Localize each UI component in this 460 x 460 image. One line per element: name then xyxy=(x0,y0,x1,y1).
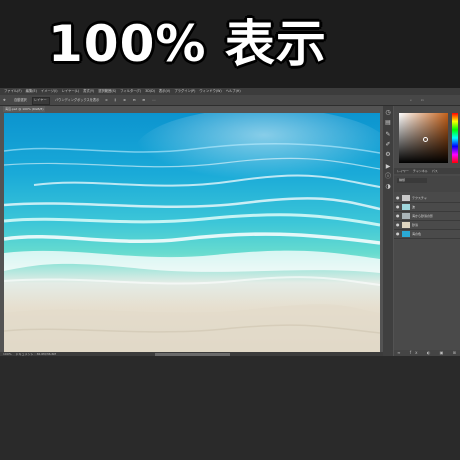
menu-item-layer[interactable]: レイヤー(L) xyxy=(62,88,80,95)
photoshop-window: ファイル(F) 編集(E) イメージ(I) レイヤー(L) 書式(Y) 選択範囲… xyxy=(0,88,460,361)
move-tool-icon[interactable]: ✥ xyxy=(3,95,6,105)
layer-thumbnail xyxy=(402,222,410,228)
search-icon[interactable]: ⌕ ▭ xyxy=(410,95,428,105)
eye-icon[interactable]: ● xyxy=(396,232,400,236)
layer-name: テクスチャ xyxy=(412,196,427,200)
layer-row[interactable]: ● テクスチャ xyxy=(394,194,460,203)
eye-icon[interactable]: ● xyxy=(396,223,400,227)
panel-icon-strip: ◷ ▤ ✎ ✐ ⚙ ▶ ⓘ ◑ xyxy=(383,106,393,356)
tab-channels[interactable]: チャンネル xyxy=(413,169,428,173)
eye-icon[interactable]: ● xyxy=(396,196,400,200)
layer-thumbnail xyxy=(402,195,410,201)
properties-icon[interactable]: ▤ xyxy=(385,120,391,126)
menu-item-window[interactable]: ウィンドウ(W) xyxy=(199,88,221,95)
brush-icon[interactable]: ✐ xyxy=(385,142,391,148)
menu-item-help[interactable]: ヘルプ(H) xyxy=(226,88,241,95)
target-value: レイヤー xyxy=(34,98,47,102)
tab-paths[interactable]: パス xyxy=(432,169,438,173)
banner-title: 100% 表示 xyxy=(48,15,327,73)
kind-filter[interactable]: 種類 xyxy=(397,178,427,183)
eye-icon[interactable]: ● xyxy=(396,214,400,218)
layers-filter-bar: 種類 xyxy=(394,176,460,192)
layers-panel-tabs: レイヤー チャンネル パス xyxy=(394,168,460,174)
menu-item-edit[interactable]: 編集(E) xyxy=(26,88,37,95)
layer-name: 海の色 xyxy=(412,232,422,236)
layer-name: 海から砂浜の影 xyxy=(412,214,434,218)
layer-thumbnail xyxy=(402,231,410,237)
auto-select-label[interactable]: 自動選択 xyxy=(14,95,27,105)
layer-row[interactable]: ● 砂浜 xyxy=(394,221,460,230)
layer-row[interactable]: ● 海から砂浜の影 xyxy=(394,212,460,221)
title-banner: 100% 表示 xyxy=(0,0,460,88)
layer-thumbnail xyxy=(402,213,410,219)
menu-item-image[interactable]: イメージ(I) xyxy=(41,88,58,95)
align-icons[interactable]: ≡ ⫼ ≣ ⊟ ⊞ ⋯ xyxy=(105,95,158,105)
menu-item-3d[interactable]: 3D(D) xyxy=(145,88,155,95)
tab-layers[interactable]: レイヤー xyxy=(397,169,409,173)
adjustments-icon[interactable]: ◑ xyxy=(385,184,391,190)
brush-settings-icon[interactable]: ✎ xyxy=(385,132,391,138)
layer-name: 砂浜 xyxy=(412,223,419,227)
eye-icon[interactable]: ● xyxy=(396,205,400,209)
info-icon[interactable]: ⓘ xyxy=(385,174,391,180)
clone-source-icon[interactable]: ⚙ xyxy=(385,152,391,158)
document-canvas[interactable] xyxy=(4,113,380,356)
right-panel: レイヤー チャンネル パス 種類 ● テクスチャ ● 波 ● 海から砂浜の影 ●… xyxy=(394,106,460,361)
menu-item-filter[interactable]: フィルター(T) xyxy=(120,88,141,95)
hue-slider[interactable] xyxy=(452,113,458,163)
actions-icon[interactable]: ▶ xyxy=(385,164,391,170)
menu-item-plugins[interactable]: プラグイン(P) xyxy=(174,88,195,95)
layer-name: 波 xyxy=(412,205,416,209)
transform-controls-checkbox[interactable]: バウンディングボックスを表示 xyxy=(55,95,99,105)
layer-row[interactable]: ● 波 xyxy=(394,203,460,212)
sea-painting xyxy=(4,113,380,356)
color-picker-field[interactable] xyxy=(399,113,448,163)
menu-bar: ファイル(F) 編集(E) イメージ(I) レイヤー(L) 書式(Y) 選択範囲… xyxy=(0,88,460,95)
menu-item-file[interactable]: ファイル(F) xyxy=(4,88,22,95)
layer-row[interactable]: ● 海の色 xyxy=(394,230,460,239)
document-tab[interactable]: 海辺.psd @ 100% (RGB/8) xyxy=(3,106,45,112)
menu-item-view[interactable]: 表示(V) xyxy=(159,88,170,95)
menu-item-select[interactable]: 選択範囲(S) xyxy=(98,88,116,95)
lower-background xyxy=(0,356,460,460)
history-icon[interactable]: ◷ xyxy=(385,110,391,116)
color-picker-marker[interactable] xyxy=(423,137,428,142)
options-bar: ✥ 自動選択 レイヤー バウンディングボックスを表示 ≡ ⫼ ≣ ⊟ ⊞ ⋯ ⌕… xyxy=(0,95,460,106)
layer-thumbnail xyxy=(402,204,410,210)
menu-item-type[interactable]: 書式(Y) xyxy=(83,88,94,95)
